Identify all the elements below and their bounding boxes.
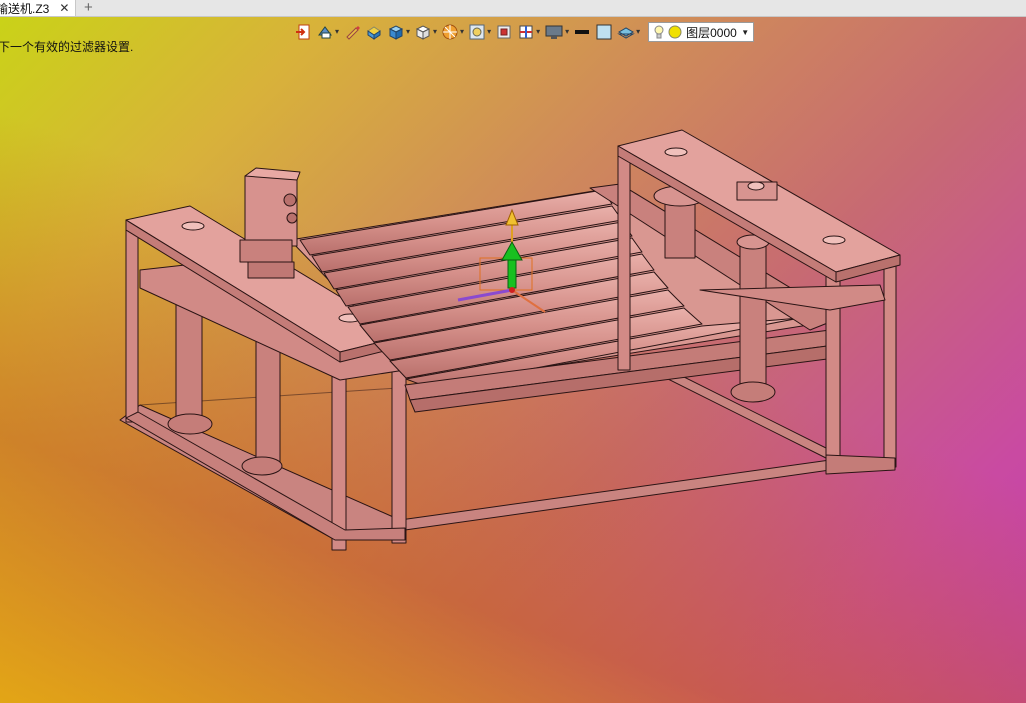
render-button[interactable]: ▾ <box>441 22 464 42</box>
leg-back-left <box>125 221 139 423</box>
layer-color-icon <box>668 25 682 39</box>
shade-button[interactable] <box>365 22 383 42</box>
zoom-fit-icon <box>469 24 485 40</box>
motor <box>239 167 301 279</box>
model-viewport[interactable] <box>0 0 1026 703</box>
layer-select[interactable]: 图层0000 ▼ <box>648 22 755 42</box>
leg-back-right <box>617 149 631 371</box>
section-view-icon <box>497 25 511 39</box>
chevron-down-icon: ▾ <box>433 27 438 36</box>
wireframe-button[interactable]: ▾ <box>414 22 437 42</box>
exit-button[interactable] <box>294 22 312 42</box>
view-toolbar: ▾ ▾ ▾ ▾ ▾ ▾ ▾ ▾ 图层0000 ▼ <box>294 21 755 43</box>
chevron-down-icon: ▾ <box>460 27 465 36</box>
sketch-button[interactable] <box>343 22 361 42</box>
display-mode-button[interactable]: ▾ <box>387 22 410 42</box>
cylinder-right-front <box>739 239 767 391</box>
chevron-down-icon: ▾ <box>565 27 570 36</box>
color-button[interactable] <box>595 22 613 42</box>
section-view-button[interactable] <box>495 22 513 42</box>
monitor-icon <box>545 25 563 39</box>
zoom-fit-button[interactable]: ▾ <box>468 22 491 42</box>
monitor-button[interactable]: ▾ <box>544 22 569 42</box>
clip-plane-button[interactable]: ▾ <box>517 22 540 42</box>
render-sphere-icon <box>442 24 458 40</box>
layer-select-label: 图层0000 <box>686 25 737 40</box>
chevron-down-icon: ▼ <box>741 27 750 37</box>
layer-manager-button[interactable]: ▾ <box>617 22 640 42</box>
clip-plane-icon <box>519 25 533 39</box>
cylinder-right-back <box>664 197 696 259</box>
chevron-down-icon: ▾ <box>406 27 411 36</box>
cube-blue-icon <box>388 25 404 40</box>
view-orient-button[interactable]: ▾ <box>316 22 339 42</box>
chevron-down-icon: ▾ <box>487 27 492 36</box>
exit-icon <box>296 24 310 40</box>
view-orient-icon <box>318 26 332 39</box>
line-weight-icon <box>575 30 590 34</box>
layer-stack-icon <box>617 27 635 39</box>
color-swatch-icon <box>596 24 612 40</box>
lightbulb-icon <box>654 25 664 39</box>
solid-shade-icon <box>367 26 381 40</box>
pencil-icon <box>346 26 361 40</box>
base-frame-front-rail <box>399 459 896 531</box>
leg-front-right-b <box>883 261 897 468</box>
chevron-down-icon: ▾ <box>335 27 340 36</box>
chevron-down-icon: ▾ <box>536 27 541 36</box>
cube-white-icon <box>415 25 431 40</box>
chevron-down-icon: ▾ <box>636 27 641 36</box>
line-weight-button[interactable] <box>573 22 591 42</box>
